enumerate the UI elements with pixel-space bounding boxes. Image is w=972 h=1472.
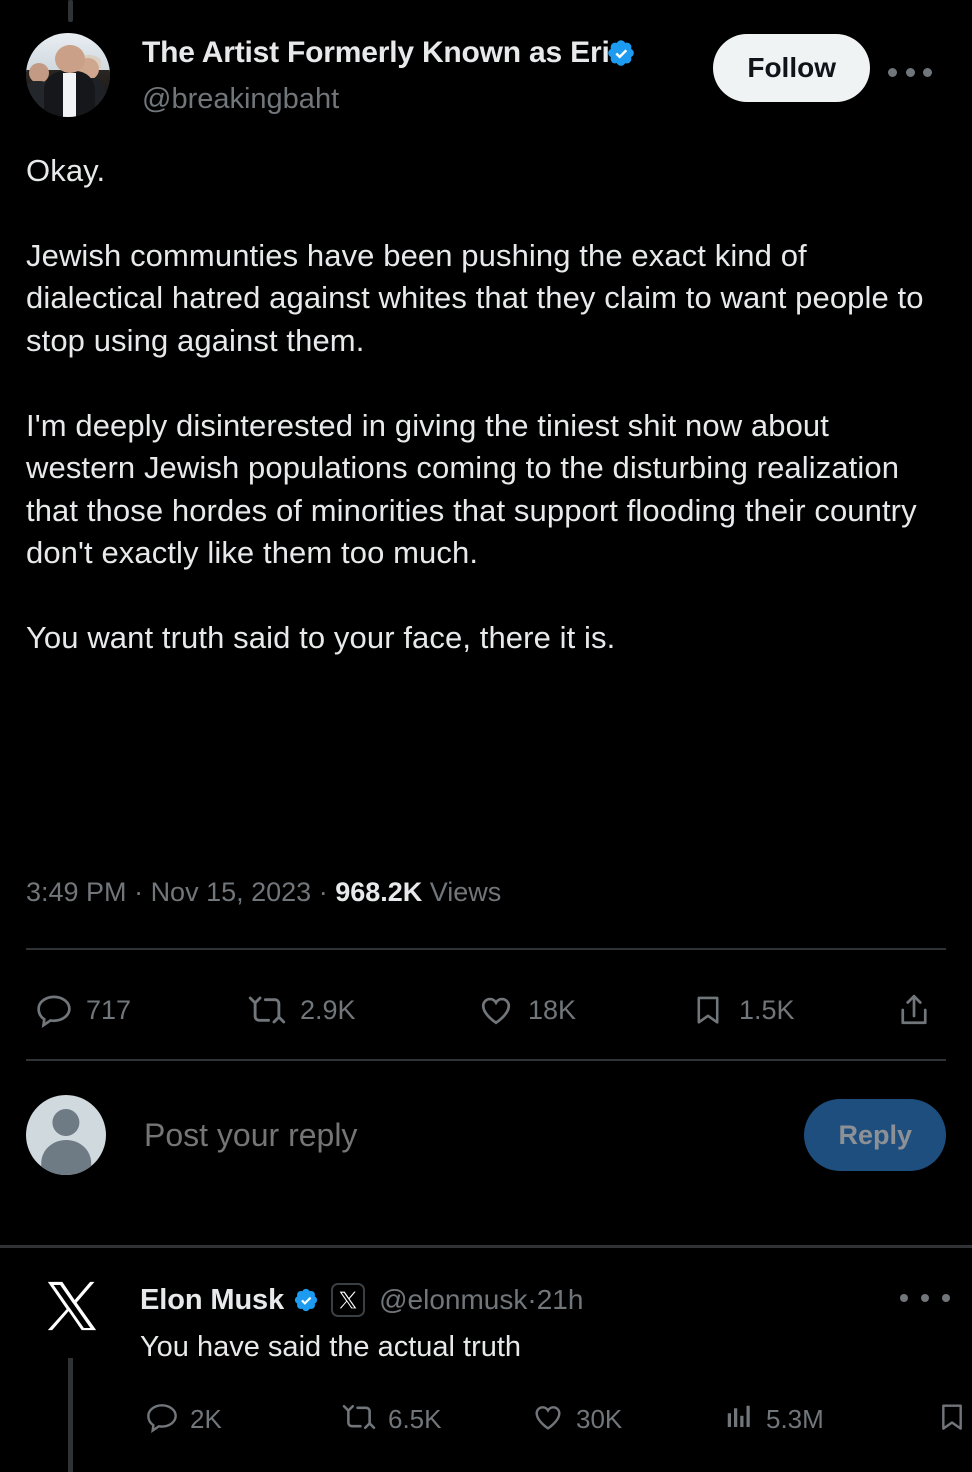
reply-retweet-action[interactable]: 6.5K bbox=[342, 1390, 442, 1448]
reply-display-name[interactable]: Elon Musk bbox=[140, 1284, 284, 1317]
divider-above-actions bbox=[26, 948, 946, 950]
views-label: Views bbox=[422, 877, 502, 907]
share-icon bbox=[896, 992, 932, 1028]
retweet-action[interactable]: 2.9K bbox=[248, 978, 356, 1042]
reply-submit-button[interactable]: Reply bbox=[804, 1099, 946, 1171]
reply-icon bbox=[146, 1401, 178, 1438]
reply-reply-action[interactable]: 2K bbox=[146, 1390, 222, 1448]
meta-separator-2: · bbox=[311, 877, 336, 907]
reply-like-action[interactable]: 30K bbox=[532, 1390, 622, 1448]
reply-composer: Reply bbox=[26, 1095, 946, 1181]
bookmark-count: 1.5K bbox=[739, 994, 795, 1025]
reply-timestamp-separator: · bbox=[527, 1284, 537, 1315]
bookmark-icon bbox=[936, 1401, 968, 1438]
post-action-bar: 717 2.9K 18K 1.5K bbox=[36, 978, 936, 1042]
reply-action-bar: 2K 6.5K 30K 5.3M bbox=[146, 1390, 962, 1448]
post-time: 3:49 PM bbox=[26, 877, 127, 907]
avatar-photo bbox=[26, 33, 110, 117]
bookmark-icon bbox=[691, 993, 725, 1027]
display-name-row[interactable]: The Artist Formerly Known as Eri bbox=[142, 30, 710, 76]
post-detail-page: The Artist Formerly Known as Eri @breaki… bbox=[0, 0, 972, 1472]
like-icon bbox=[478, 992, 514, 1028]
post-header: The Artist Formerly Known as Eri @breaki… bbox=[26, 30, 948, 118]
reply-input[interactable] bbox=[144, 1105, 764, 1165]
follow-button[interactable]: Follow bbox=[713, 34, 870, 102]
author-name-block: The Artist Formerly Known as Eri @breaki… bbox=[142, 30, 710, 120]
retweet-icon bbox=[342, 1400, 376, 1439]
share-action[interactable] bbox=[896, 978, 946, 1042]
like-count: 18K bbox=[528, 994, 577, 1025]
reply-avatar[interactable] bbox=[40, 1276, 104, 1340]
author-handle[interactable]: @breakingbaht bbox=[142, 78, 710, 120]
reply-action[interactable]: 717 bbox=[36, 978, 131, 1042]
like-icon bbox=[532, 1401, 564, 1438]
bookmark-action[interactable]: 1.5K bbox=[691, 978, 795, 1042]
more-options-icon[interactable] bbox=[882, 56, 938, 88]
meta-separator: · bbox=[126, 877, 151, 907]
x-affiliate-badge-icon[interactable] bbox=[331, 1283, 366, 1317]
verified-badge-icon bbox=[293, 1287, 319, 1313]
reply-retweet-count: 6.5K bbox=[388, 1404, 442, 1434]
divider-below-actions bbox=[26, 1059, 946, 1061]
reply-more-options-icon[interactable] bbox=[900, 1284, 950, 1312]
reply-icon bbox=[36, 992, 72, 1028]
display-name: The Artist Formerly Known as Eri bbox=[142, 36, 610, 69]
reply-bookmark-action[interactable] bbox=[936, 1390, 972, 1448]
thread-line-top bbox=[68, 0, 73, 22]
verified-badge-icon bbox=[606, 38, 636, 68]
reply-author-row: Elon Musk @elonmusk · 21h bbox=[140, 1278, 583, 1322]
x-logo-icon bbox=[43, 1277, 101, 1340]
reply-post: Elon Musk @elonmusk · 21h You have said … bbox=[0, 1262, 972, 1472]
reply-reply-count: 2K bbox=[190, 1404, 222, 1434]
current-user-avatar[interactable] bbox=[26, 1095, 106, 1175]
avatar[interactable] bbox=[26, 33, 110, 117]
reply-timestamp[interactable]: 21h bbox=[537, 1284, 584, 1316]
retweet-count: 2.9K bbox=[300, 994, 356, 1025]
divider-above-reply bbox=[0, 1245, 972, 1248]
post-date: Nov 15, 2023 bbox=[150, 877, 312, 907]
reply-views-count: 5.3M bbox=[766, 1404, 824, 1434]
retweet-icon bbox=[248, 991, 286, 1029]
post-text: Okay. Jewish communties have been pushin… bbox=[26, 153, 924, 656]
thread-line-bottom bbox=[68, 1358, 73, 1472]
views-icon bbox=[724, 1402, 754, 1437]
like-action[interactable]: 18K bbox=[478, 978, 576, 1042]
reply-views-action[interactable]: 5.3M bbox=[724, 1390, 824, 1448]
reply-text: You have said the actual truth bbox=[140, 1331, 522, 1363]
views-count: 968.2K bbox=[335, 877, 423, 907]
reply-like-count: 30K bbox=[576, 1404, 623, 1434]
reply-handle[interactable]: @elonmusk bbox=[379, 1284, 527, 1316]
reply-count: 717 bbox=[86, 994, 132, 1025]
post-metadata: 3:49 PM · Nov 15, 2023 · 968.2K Views bbox=[26, 877, 501, 908]
